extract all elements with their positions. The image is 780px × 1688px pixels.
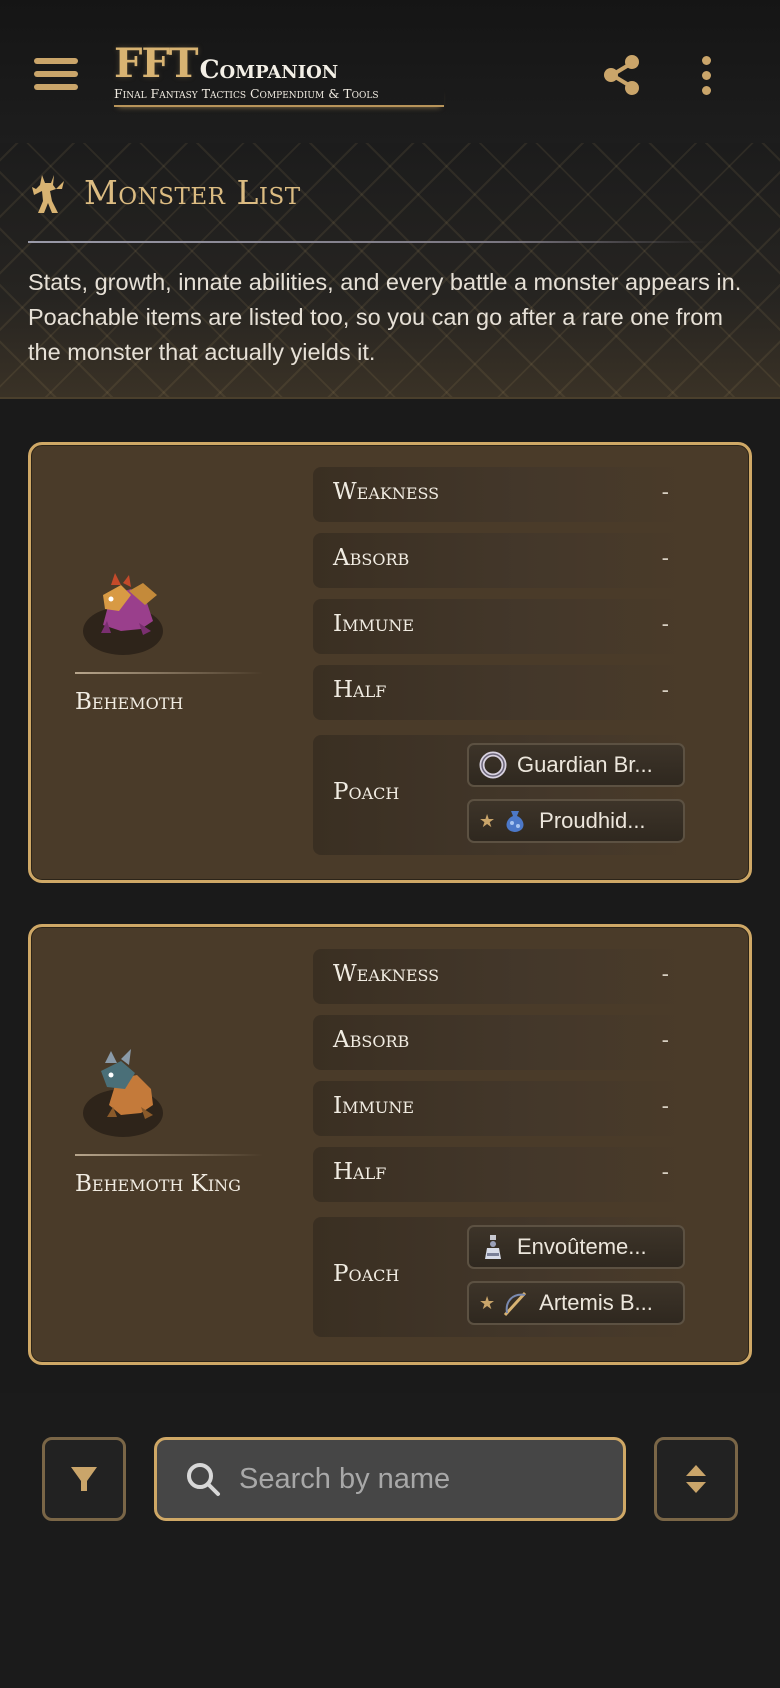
bow-icon bbox=[501, 1289, 529, 1317]
sort-icon bbox=[686, 1465, 706, 1493]
monster-sprite bbox=[81, 555, 191, 665]
weakness-row: Weakness - bbox=[313, 949, 687, 1004]
poach-item-rare[interactable]: ★ Artemis B... bbox=[467, 1281, 685, 1325]
weakness-row: Weakness - bbox=[313, 467, 687, 522]
absorb-value: - bbox=[661, 1027, 669, 1052]
immune-label: Immune bbox=[333, 611, 415, 637]
app-bar: FFT Companion Final Fantasy Tactics Comp… bbox=[0, 0, 780, 143]
star-icon: ★ bbox=[479, 1292, 496, 1313]
monster-card[interactable]: Behemoth Weakness - Absorb - Immune - Ha… bbox=[28, 442, 752, 883]
poach-section: Poach Envoûteme... ★ Artemis B... bbox=[313, 1217, 687, 1337]
poach-item[interactable]: Guardian Br... bbox=[467, 743, 685, 787]
logo-subtitle: Final Fantasy Tactics Compendium & Tools bbox=[114, 86, 444, 107]
poach-item-name: Guardian Br... bbox=[517, 752, 653, 777]
weakness-label: Weakness bbox=[333, 961, 440, 987]
monster-sprite bbox=[81, 1037, 191, 1147]
monster-icon bbox=[28, 173, 68, 217]
share-icon[interactable] bbox=[600, 53, 644, 97]
half-label: Half bbox=[333, 1159, 387, 1185]
name-divider bbox=[75, 672, 263, 674]
immune-row: Immune - bbox=[313, 1081, 687, 1136]
absorb-label: Absorb bbox=[333, 545, 410, 571]
poach-item-name: Proudhid... bbox=[539, 808, 646, 833]
absorb-row: Absorb - bbox=[313, 533, 687, 588]
sort-button[interactable] bbox=[654, 1437, 738, 1521]
logo-fft-text: FFT bbox=[114, 40, 199, 87]
half-value: - bbox=[661, 677, 669, 702]
page-header: Monster List Stats, growth, innate abili… bbox=[0, 143, 780, 399]
half-row: Half - bbox=[313, 665, 687, 720]
half-row: Half - bbox=[313, 1147, 687, 1202]
bracelet-icon bbox=[479, 751, 507, 779]
poach-label: Poach bbox=[333, 779, 400, 805]
poach-item-name: Artemis B... bbox=[539, 1290, 653, 1315]
search-input[interactable] bbox=[239, 1462, 599, 1496]
weakness-value: - bbox=[661, 479, 669, 504]
name-divider bbox=[75, 1154, 263, 1156]
more-vertical-icon[interactable] bbox=[692, 53, 722, 97]
logo-companion-text: Companion bbox=[199, 55, 339, 84]
monster-card[interactable]: Behemoth King Weakness - Absorb - Immune… bbox=[28, 924, 752, 1365]
poach-section: Poach Guardian Br... ★ Proudhid... bbox=[313, 735, 687, 855]
absorb-value: - bbox=[661, 545, 669, 570]
immune-value: - bbox=[661, 611, 669, 636]
immune-label: Immune bbox=[333, 1093, 415, 1119]
monster-name: Behemoth King bbox=[75, 1171, 241, 1197]
half-label: Half bbox=[333, 677, 387, 703]
search-icon bbox=[187, 1463, 220, 1496]
page-description: Stats, growth, innate abilities, and eve… bbox=[28, 269, 742, 365]
hamburger-menu-icon[interactable] bbox=[34, 55, 80, 95]
app-logo: FFT Companion Final Fantasy Tactics Comp… bbox=[114, 44, 444, 107]
monster-name: Behemoth bbox=[75, 689, 184, 715]
star-icon: ★ bbox=[479, 810, 496, 831]
bottom-toolbar bbox=[0, 1393, 780, 1688]
absorb-row: Absorb - bbox=[313, 1015, 687, 1070]
poach-item[interactable]: Envoûteme... bbox=[467, 1225, 685, 1269]
filter-icon bbox=[71, 1467, 97, 1491]
absorb-label: Absorb bbox=[333, 1027, 410, 1053]
poach-item-rare[interactable]: ★ Proudhid... bbox=[467, 799, 685, 843]
page-title: Monster List bbox=[84, 173, 301, 212]
weakness-value: - bbox=[661, 961, 669, 986]
immune-row: Immune - bbox=[313, 599, 687, 654]
poach-label: Poach bbox=[333, 1261, 400, 1287]
weakness-label: Weakness bbox=[333, 479, 440, 505]
half-value: - bbox=[661, 1159, 669, 1184]
immune-value: - bbox=[661, 1093, 669, 1118]
title-divider bbox=[28, 241, 708, 243]
poach-item-name: Envoûteme... bbox=[517, 1234, 647, 1259]
potion-icon bbox=[479, 1233, 507, 1261]
filter-button[interactable] bbox=[42, 1437, 126, 1521]
search-field[interactable] bbox=[154, 1437, 626, 1521]
pouch-icon bbox=[501, 807, 529, 835]
